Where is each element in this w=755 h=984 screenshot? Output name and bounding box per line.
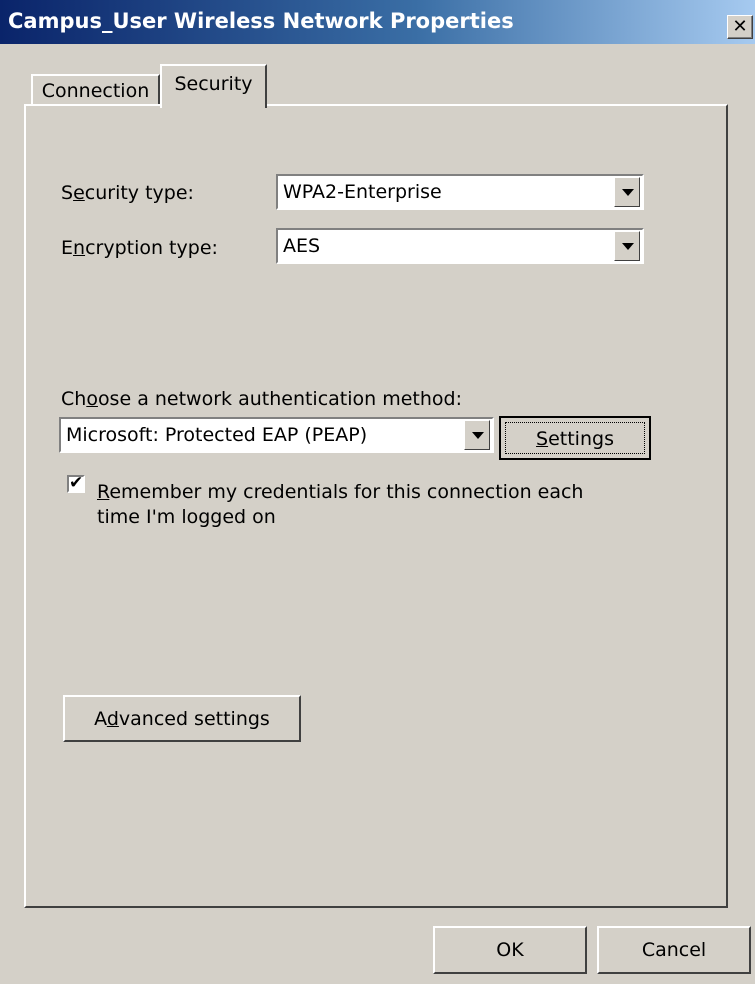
security-type-dropdown-button[interactable] xyxy=(614,177,640,207)
auth-method-value: Microsoft: Protected EAP (PEAP) xyxy=(66,424,368,446)
security-type-value: WPA2-Enterprise xyxy=(283,181,442,203)
encryption-type-dropdown-button[interactable] xyxy=(614,231,640,261)
remember-credentials-checkbox[interactable]: ✔ xyxy=(67,473,85,493)
title-bar[interactable]: Campus_User Wireless Network Properties … xyxy=(0,0,755,44)
auth-method-select[interactable]: Microsoft: Protected EAP (PEAP) xyxy=(59,417,494,453)
cancel-button-label: Cancel xyxy=(641,939,707,961)
chevron-down-icon xyxy=(472,432,484,439)
chevron-down-icon xyxy=(622,189,634,196)
settings-button-label: Settings xyxy=(536,428,614,450)
checkmark-icon: ✔ xyxy=(69,473,84,493)
auth-method-label: Choose a network authentication method: xyxy=(61,388,463,410)
tab-connection[interactable]: Connection xyxy=(31,74,160,106)
close-icon: ✕ xyxy=(732,16,748,37)
settings-button[interactable]: Settings xyxy=(499,416,651,460)
tab-security-label: Security xyxy=(174,73,253,95)
remember-credentials-label-line1[interactable]: Remember my credentials for this connect… xyxy=(97,481,583,503)
close-button[interactable]: ✕ xyxy=(727,15,753,39)
security-type-label: Security type: xyxy=(61,182,194,204)
auth-method-dropdown-button[interactable] xyxy=(464,420,490,450)
cancel-button[interactable]: Cancel xyxy=(597,926,751,974)
encryption-type-select[interactable]: AES xyxy=(276,228,644,264)
encryption-type-label: Encryption type: xyxy=(61,237,218,259)
remember-credentials-label-line2[interactable]: time I'm logged on xyxy=(97,506,276,528)
ok-button[interactable]: OK xyxy=(433,926,587,974)
advanced-settings-button[interactable]: Advanced settings xyxy=(63,695,301,742)
ok-button-label: OK xyxy=(496,939,524,961)
tab-connection-label: Connection xyxy=(41,80,150,102)
chevron-down-icon xyxy=(622,243,634,250)
advanced-settings-button-label: Advanced settings xyxy=(94,708,270,730)
encryption-type-value: AES xyxy=(283,235,321,257)
tab-security[interactable]: Security xyxy=(160,64,267,108)
security-type-select[interactable]: WPA2-Enterprise xyxy=(276,174,644,210)
window-title: Campus_User Wireless Network Properties xyxy=(8,9,514,33)
wireless-properties-dialog: Campus_User Wireless Network Properties … xyxy=(0,0,755,984)
